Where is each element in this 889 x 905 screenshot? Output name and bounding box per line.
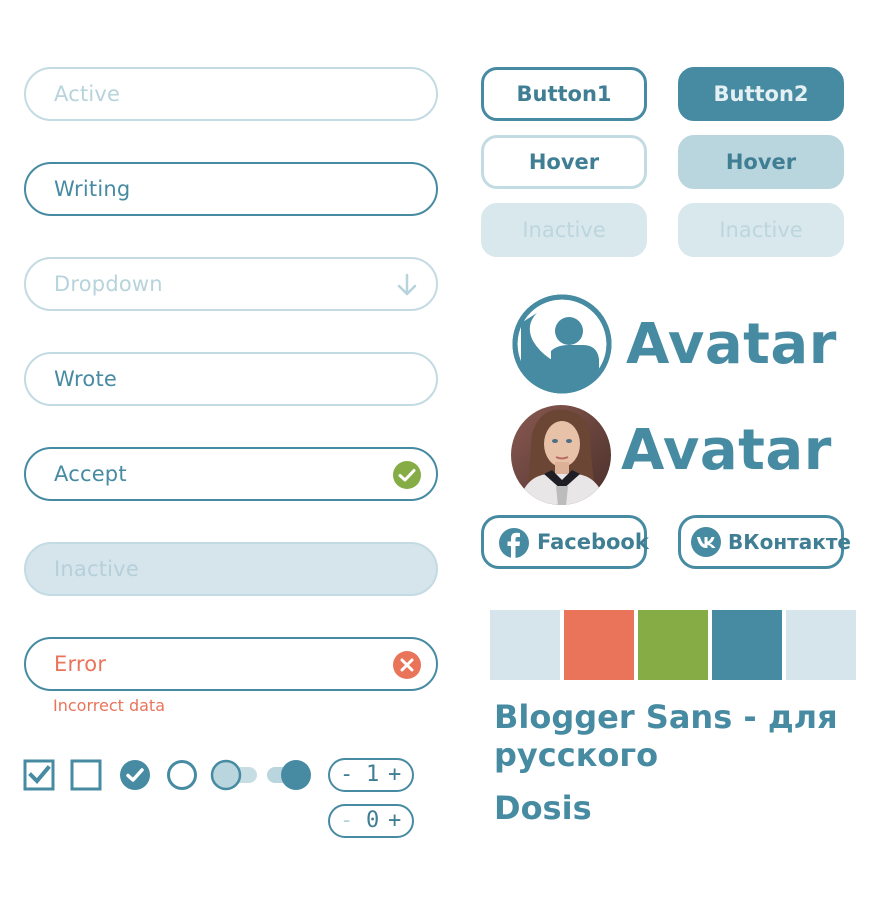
stepper-plus-button[interactable]: + — [388, 760, 401, 790]
typography-sample-line3: Dosis — [494, 789, 592, 827]
avatar-icon[interactable] — [511, 293, 613, 395]
stepper-value: 1 — [366, 762, 380, 787]
error-input[interactable]: Error — [24, 637, 438, 691]
button1[interactable]: Button1 — [481, 67, 647, 121]
facebook-button[interactable]: Facebook — [481, 515, 649, 569]
typography-sample-line1: Blogger Sans - для — [494, 698, 838, 736]
hover-outline-button[interactable]: Hover — [481, 135, 647, 189]
active-input-placeholder: Active — [54, 82, 121, 106]
active-input[interactable]: Active — [24, 67, 438, 121]
checkbox-checked[interactable] — [23, 759, 55, 791]
quantity-stepper[interactable]: - 1 + — [328, 758, 414, 792]
inactive-filled-button: Inactive — [678, 203, 844, 257]
dropdown-select[interactable]: Dropdown — [24, 257, 438, 311]
check-circle-icon — [393, 461, 421, 489]
writing-input[interactable]: Writing — [24, 162, 438, 216]
accept-input[interactable]: Accept — [24, 447, 438, 501]
color-swatch — [564, 610, 634, 680]
avatar-icon-label: Avatar — [626, 312, 837, 377]
vk-icon — [691, 527, 721, 557]
wrote-input-value: Wrote — [54, 367, 117, 391]
button2[interactable]: Button2 — [678, 67, 844, 121]
avatar-photo[interactable] — [510, 404, 612, 506]
error-input-value: Error — [54, 652, 107, 676]
vkontakte-label: ВКонтакте — [728, 530, 851, 554]
stepper-minus-button-disabled: - — [340, 808, 354, 833]
hover-filled-button[interactable]: Hover — [678, 135, 844, 189]
color-swatch — [786, 610, 856, 680]
toggle-on[interactable] — [264, 759, 314, 791]
accept-input-value: Accept — [54, 462, 127, 486]
avatar-photo-label: Avatar — [621, 418, 832, 483]
toggle-off[interactable] — [210, 759, 260, 791]
radio-unchecked[interactable] — [166, 759, 198, 791]
color-swatch — [712, 610, 782, 680]
quantity-stepper-zero[interactable]: - 0 + — [328, 804, 414, 838]
writing-input-value: Writing — [54, 177, 131, 201]
radio-checked[interactable] — [119, 759, 151, 791]
wrote-input[interactable]: Wrote — [24, 352, 438, 406]
stepper-minus-button[interactable]: - — [340, 760, 353, 790]
checkbox-unchecked[interactable] — [70, 759, 102, 791]
facebook-label: Facebook — [537, 530, 649, 554]
stepper-value: 0 — [366, 808, 380, 833]
color-swatch — [638, 610, 708, 680]
dropdown-placeholder: Dropdown — [54, 272, 163, 296]
vkontakte-button[interactable]: ВКонтакте — [678, 515, 851, 569]
inactive-input-placeholder: Inactive — [54, 557, 139, 581]
x-circle-icon[interactable] — [392, 650, 422, 680]
inactive-outline-button: Inactive — [481, 203, 647, 257]
arrow-down-icon — [397, 273, 417, 296]
stepper-plus-button[interactable]: + — [388, 806, 401, 836]
facebook-icon — [499, 528, 529, 558]
inactive-input: Inactive — [24, 542, 438, 596]
typography-sample-line2: русского — [494, 736, 659, 774]
error-message: Incorrect data — [53, 696, 166, 715]
color-swatch — [490, 610, 560, 680]
